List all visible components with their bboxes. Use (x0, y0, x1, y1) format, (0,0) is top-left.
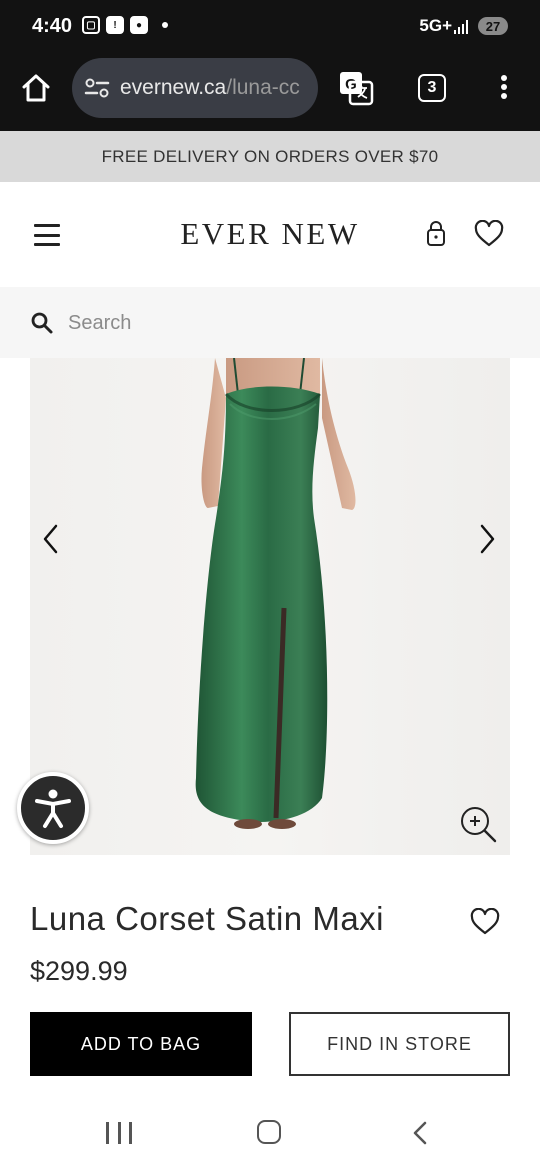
browser-menu-icon[interactable] (496, 72, 512, 104)
back-icon[interactable] (410, 1120, 430, 1146)
tab-count: 3 (427, 79, 437, 96)
wishlist-icon[interactable] (474, 220, 504, 248)
signal-icon (454, 20, 468, 34)
product-image[interactable] (30, 358, 510, 855)
recent-apps-icon[interactable] (106, 1122, 132, 1144)
browser-toolbar: evernew.ca/luna-cc G 3 (0, 54, 540, 131)
accessibility-button[interactable] (17, 772, 89, 844)
product-title: Luna Corset Satin Maxi (30, 900, 385, 937)
product-price: $299.99 (30, 956, 128, 986)
home-button-icon[interactable] (257, 1120, 281, 1144)
add-to-bag-button[interactable]: ADD TO BAG (30, 1012, 252, 1076)
previous-image-icon[interactable] (40, 522, 62, 556)
status-bar: 4:40 ▢ ! ● 5G+ 27 (0, 0, 540, 54)
screenshot-icon: ▢ (82, 16, 100, 34)
system-navigation-bar (0, 1096, 540, 1170)
status-time: 4:40 (32, 15, 73, 37)
search-bar (0, 287, 540, 358)
alert-icon: ! (106, 16, 124, 34)
dress-photo (195, 358, 356, 829)
zoom-in-icon[interactable] (458, 804, 498, 844)
home-icon[interactable] (20, 72, 52, 104)
battery-level: 27 (485, 18, 501, 34)
battery-icon: 27 (478, 17, 508, 35)
find-in-store-button[interactable]: FIND IN STORE (289, 1012, 510, 1076)
translate-icon[interactable]: G (338, 70, 374, 106)
next-image-icon[interactable] (476, 522, 498, 556)
tab-switcher-button[interactable]: 3 (418, 74, 446, 102)
site-header: EVER NEW (0, 182, 540, 287)
site-settings-icon[interactable] (84, 77, 110, 99)
network-type: 5G+ (419, 16, 452, 35)
more-notifications-dot-icon (162, 22, 168, 28)
site-logo[interactable]: EVER NEW (0, 216, 540, 252)
status-notification-icons: ▢ ! ● (82, 16, 168, 34)
url-text[interactable]: evernew.ca/luna-cc (120, 76, 300, 100)
url-domain: evernew.ca (120, 76, 227, 99)
shopping-bag-icon[interactable] (424, 220, 448, 248)
add-to-wishlist-icon[interactable] (470, 908, 500, 936)
address-bar[interactable]: evernew.ca/luna-cc (72, 58, 318, 118)
url-path: /luna-cc (226, 76, 300, 99)
promo-text: FREE DELIVERY ON ORDERS OVER $70 (101, 146, 439, 166)
promo-banner: FREE DELIVERY ON ORDERS OVER $70 (0, 131, 540, 182)
search-input[interactable] (68, 305, 508, 341)
media-icon: ● (130, 16, 148, 34)
accessibility-icon (35, 789, 71, 828)
search-icon[interactable] (30, 311, 54, 335)
